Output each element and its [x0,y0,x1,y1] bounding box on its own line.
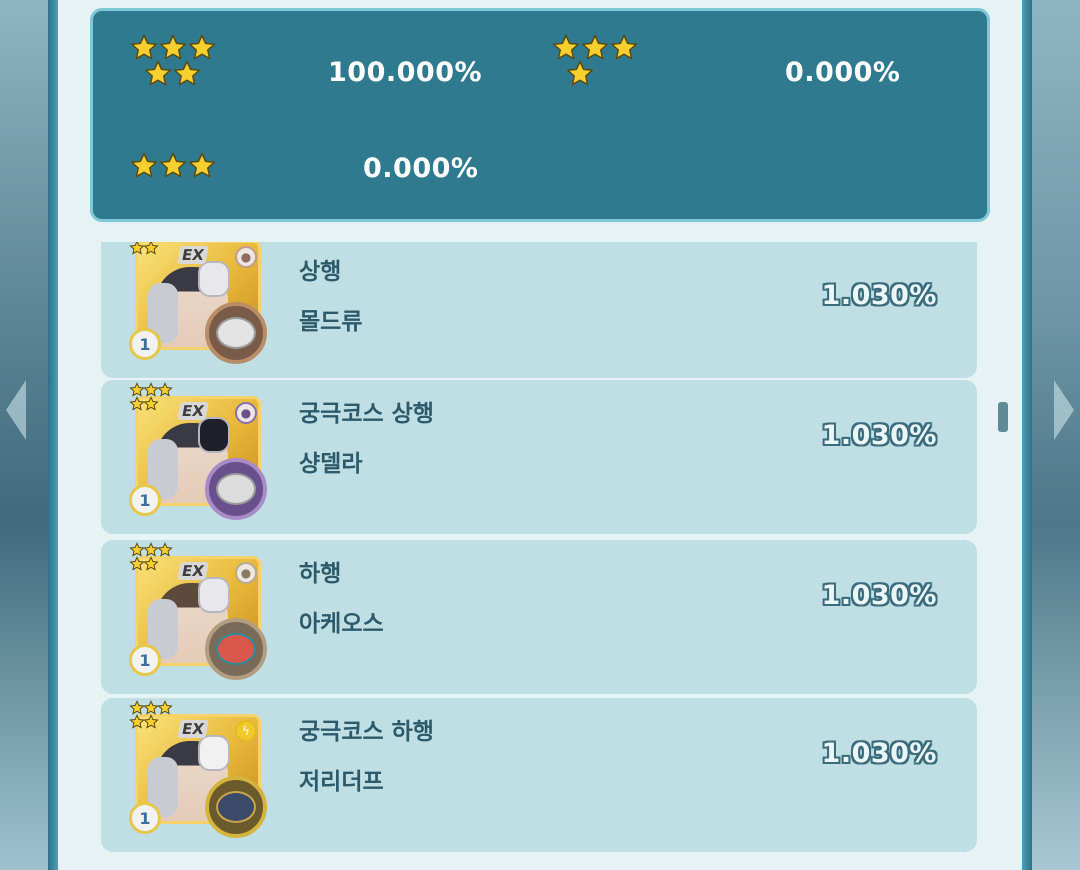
star-icon [158,151,188,181]
rate-value: 1.030% [821,738,937,769]
five-star-percent: 100.000% [328,57,483,88]
star-icon [143,242,159,256]
level-badge: 1 [129,484,161,516]
panel-frame-right [1022,0,1032,870]
previous-arrow-icon[interactable] [6,380,26,440]
sync-pair-portrait: EX ϟ 1 [129,700,267,840]
star-icon [157,542,173,558]
list-item[interactable]: EX ● 1 궁극코스 상행 샹델라 1.030% [101,380,977,534]
three-star-percent: 0.000% [363,153,479,184]
four-star-icon [551,33,651,89]
four-star-percent: 0.000% [785,57,901,88]
ex-badge: EX [177,246,209,264]
rate-value: 1.030% [821,580,937,611]
sync-pair-rate-list[interactable]: EX ● 1 상행 몰드류 1.030% EX ● 1 궁극코스 상행 샹델라 [90,242,990,860]
trainer-name: 상행 [299,259,342,285]
pokemon-icon [205,618,267,680]
star-icon [172,59,202,89]
star-icon [187,151,217,181]
ex-badge: EX [177,402,209,420]
three-star-icon [129,151,229,181]
five-star-icon [129,33,229,89]
fighting-type-icon: ● [235,246,257,268]
star-icon [157,700,173,716]
pokemon-name: 샹델라 [299,451,363,477]
list-item[interactable]: EX ϟ 1 궁극코스 하행 저리더프 1.030% [101,698,977,852]
list-item[interactable]: EX ● 1 하행 아케오스 1.030% [101,540,977,694]
ex-badge: EX [177,720,209,738]
pokemon-name: 아케오스 [299,611,384,637]
rates-panel: 100.000% 0.000% 0.000% EX ● 1 상행 몰드류 1.0… [58,0,1022,870]
level-badge: 1 [129,802,161,834]
ex-badge: EX [177,562,209,580]
pokemon-icon [205,776,267,838]
star-icon [129,151,159,181]
level-badge: 1 [129,644,161,676]
star-icon [143,396,159,412]
flying-type-icon: ● [235,562,257,584]
star-icon [157,382,173,398]
electric-type-icon: ϟ [235,720,257,742]
sync-pair-portrait: EX ● 1 [129,382,267,522]
rate-value: 1.030% [821,280,937,311]
list-item[interactable]: EX ● 1 상행 몰드류 1.030% [101,242,977,378]
star-icon [143,556,159,572]
next-arrow-icon[interactable] [1054,380,1074,440]
sync-pair-portrait: EX ● 1 [129,242,267,366]
rarity-summary-box: 100.000% 0.000% 0.000% [90,8,990,222]
pokemon-icon [205,458,267,520]
star-icon [565,59,595,89]
level-badge: 1 [129,328,161,360]
star-icon [143,714,159,730]
pokemon-icon [205,302,267,364]
star-icon [609,33,639,63]
rate-value: 1.030% [821,420,937,451]
pokemon-name: 몰드류 [299,309,363,335]
panel-frame-left [48,0,58,870]
star-icon [143,59,173,89]
scrollbar-thumb[interactable] [998,402,1008,432]
trainer-name: 하행 [299,561,342,587]
trainer-name: 궁극코스 상행 [299,401,434,427]
pokemon-name: 저리더프 [299,769,384,795]
sync-pair-portrait: EX ● 1 [129,542,267,682]
trainer-name: 궁극코스 하행 [299,719,434,745]
ghost-type-icon: ● [235,402,257,424]
